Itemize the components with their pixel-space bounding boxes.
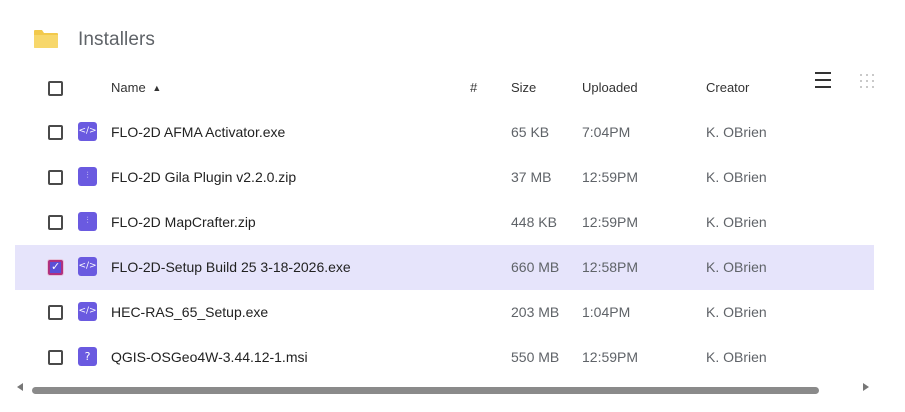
column-header-uploaded[interactable]: Uploaded bbox=[582, 80, 638, 95]
zip-file-icon: ⫶ bbox=[78, 167, 97, 186]
file-size: 448 KB bbox=[511, 214, 557, 230]
scroll-right-arrow-icon[interactable] bbox=[863, 383, 869, 391]
file-size: 37 MB bbox=[511, 169, 552, 185]
file-uploaded: 12:59PM bbox=[582, 169, 639, 185]
file-row[interactable]: ⫶ FLO-2D MapCrafter.zip 448 KB 12:59PM K… bbox=[15, 200, 874, 245]
code-file-icon: </> bbox=[78, 302, 97, 321]
column-header-creator[interactable]: Creator bbox=[706, 80, 749, 95]
file-size: 65 KB bbox=[511, 124, 550, 140]
file-creator: K. OBrien bbox=[706, 214, 767, 230]
file-creator: K. OBrien bbox=[706, 124, 767, 140]
file-row[interactable]: ? QGIS-OSGeo4W-3.44.12-1.msi 550 MB 12:5… bbox=[15, 335, 874, 380]
folder-header: Installers bbox=[0, 0, 905, 78]
file-uploaded: 12:59PM bbox=[582, 214, 639, 230]
sort-ascending-icon: ▲ bbox=[152, 83, 162, 93]
file-row[interactable]: </> FLO-2D AFMA Activator.exe 65 KB 7:04… bbox=[15, 110, 874, 155]
file-row[interactable]: ⫶ FLO-2D Gila Plugin v2.2.0.zip 37 MB 12… bbox=[15, 155, 874, 200]
row-checkbox[interactable] bbox=[48, 170, 63, 185]
code-file-icon: </> bbox=[78, 122, 97, 141]
code-file-icon: </> bbox=[78, 257, 97, 276]
row-checkbox-checked[interactable] bbox=[48, 260, 63, 275]
column-header-size[interactable]: Size bbox=[511, 80, 536, 95]
file-uploaded: 12:59PM bbox=[582, 349, 639, 365]
scrollbar-thumb[interactable] bbox=[32, 387, 819, 394]
file-size: 550 MB bbox=[511, 349, 560, 365]
select-all-checkbox[interactable] bbox=[48, 81, 63, 96]
column-header-number[interactable]: # bbox=[470, 80, 477, 95]
file-row[interactable]: </> HEC-RAS_65_Setup.exe 203 MB 1:04PM K… bbox=[15, 290, 874, 335]
file-name[interactable]: HEC-RAS_65_Setup.exe bbox=[111, 304, 268, 320]
row-checkbox[interactable] bbox=[48, 350, 63, 365]
row-checkbox[interactable] bbox=[48, 215, 63, 230]
scrollbar-track[interactable] bbox=[28, 381, 858, 394]
scroll-left-arrow-icon[interactable] bbox=[17, 383, 23, 391]
file-size: 660 MB bbox=[511, 259, 560, 275]
horizontal-scrollbar[interactable] bbox=[0, 378, 905, 398]
column-name-label: Name bbox=[111, 80, 146, 95]
file-name[interactable]: FLO-2D-Setup Build 25 3-18-2026.exe bbox=[111, 259, 351, 275]
file-uploaded: 1:04PM bbox=[582, 304, 631, 320]
file-creator: K. OBrien bbox=[706, 349, 767, 365]
grid-view-icon[interactable] bbox=[858, 72, 876, 90]
file-name[interactable]: QGIS-OSGeo4W-3.44.12-1.msi bbox=[111, 349, 308, 365]
unknown-file-icon: ? bbox=[78, 347, 97, 366]
file-name[interactable]: FLO-2D AFMA Activator.exe bbox=[111, 124, 285, 140]
file-name[interactable]: FLO-2D MapCrafter.zip bbox=[111, 214, 256, 230]
file-size: 203 MB bbox=[511, 304, 560, 320]
folder-title: Installers bbox=[78, 29, 156, 50]
file-row-selected[interactable]: </> FLO-2D-Setup Build 25 3-18-2026.exe … bbox=[15, 245, 874, 290]
file-creator: K. OBrien bbox=[706, 304, 767, 320]
folder-icon bbox=[34, 30, 58, 48]
file-creator: K. OBrien bbox=[706, 169, 767, 185]
file-creator: K. OBrien bbox=[706, 259, 767, 275]
file-uploaded: 7:04PM bbox=[582, 124, 631, 140]
row-checkbox[interactable] bbox=[48, 125, 63, 140]
file-uploaded: 12:58PM bbox=[582, 259, 639, 275]
list-view-icon[interactable] bbox=[815, 72, 831, 88]
zip-file-icon: ⫶ bbox=[78, 212, 97, 231]
column-header-name[interactable]: Name ▲ bbox=[111, 80, 161, 95]
file-name[interactable]: FLO-2D Gila Plugin v2.2.0.zip bbox=[111, 169, 296, 185]
row-checkbox[interactable] bbox=[48, 305, 63, 320]
